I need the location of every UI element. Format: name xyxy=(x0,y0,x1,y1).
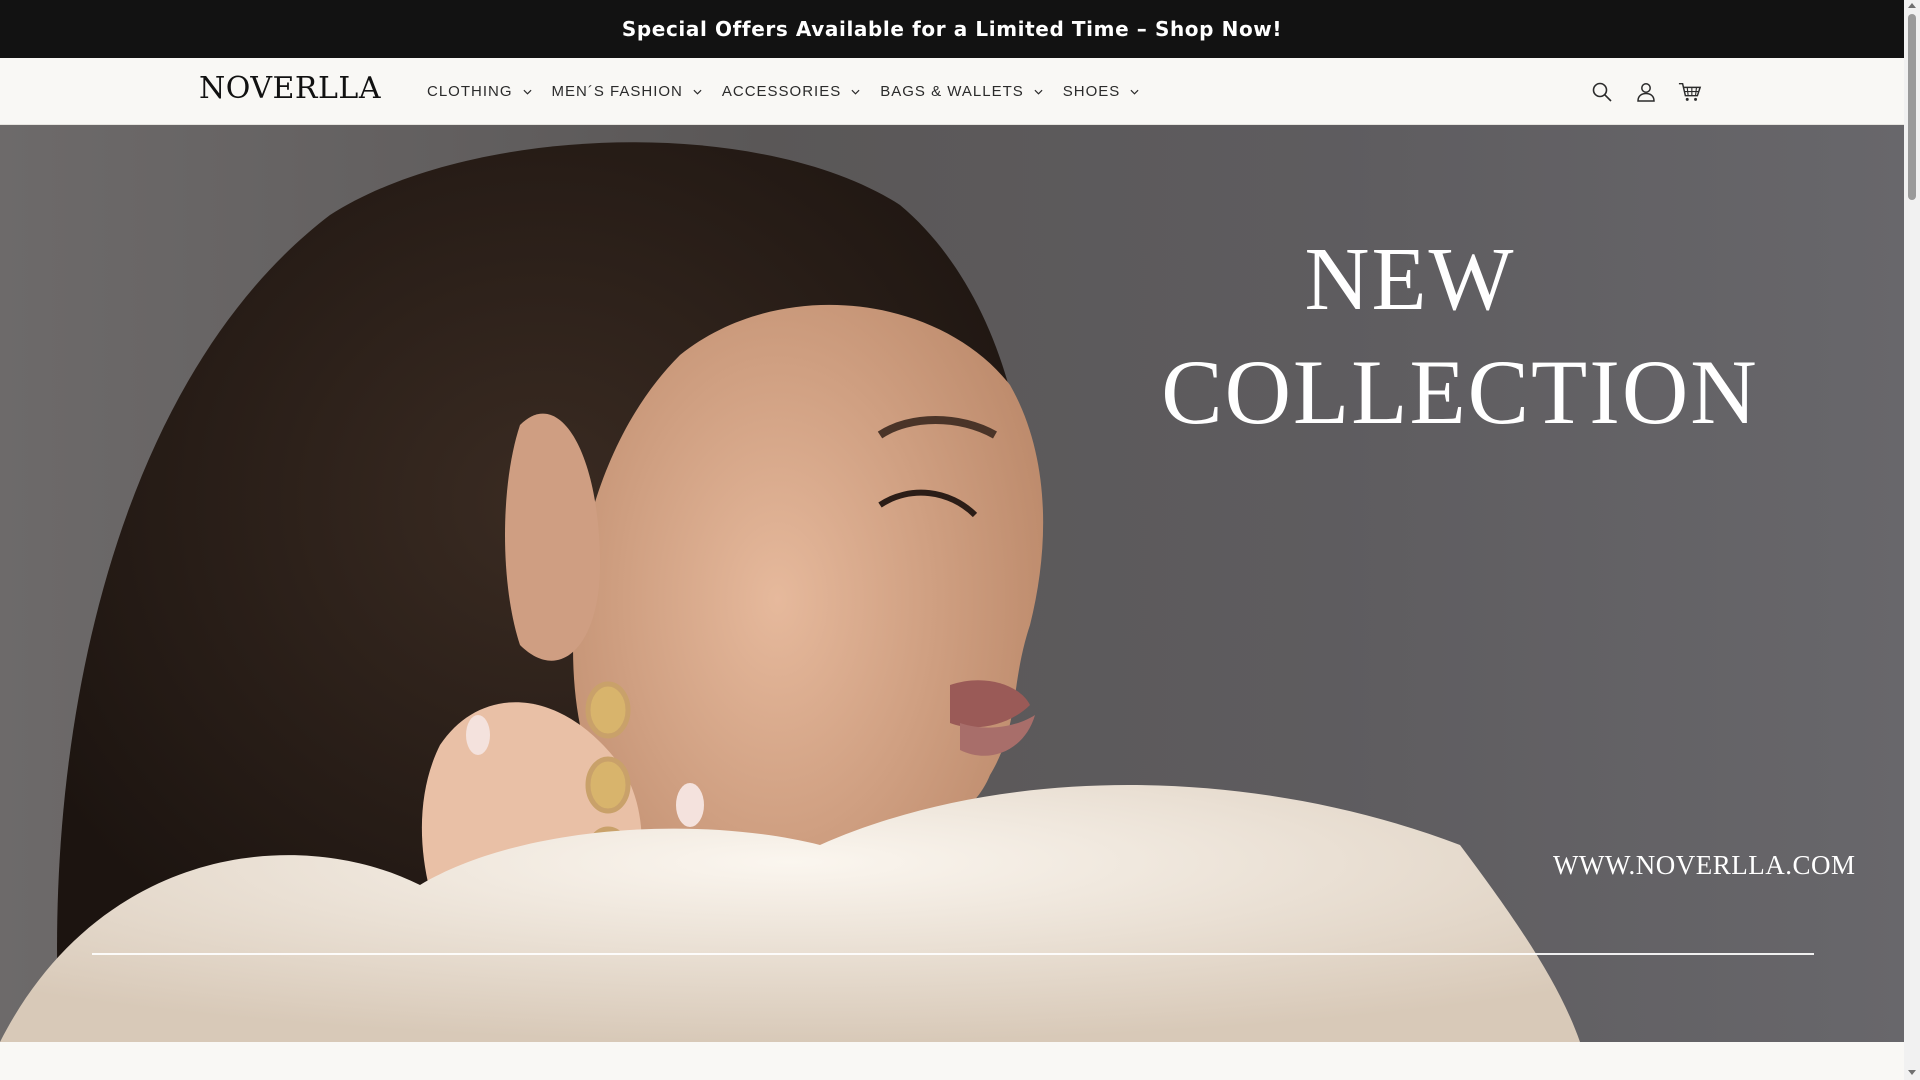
scroll-thumb[interactable] xyxy=(1908,14,1916,200)
chevron-down-icon xyxy=(851,89,860,95)
scroll-up-arrow[interactable] xyxy=(1908,3,1916,8)
hero-headline-line2: COLLECTION xyxy=(1161,341,1759,443)
logo[interactable]: NOVERLLA xyxy=(199,71,381,106)
search-icon[interactable] xyxy=(1590,80,1614,104)
cart-icon[interactable] xyxy=(1678,80,1702,104)
chevron-down-icon xyxy=(1034,89,1043,95)
announcement-text[interactable]: Special Offers Available for a Limited T… xyxy=(622,17,1282,41)
announcement-bar[interactable]: Special Offers Available for a Limited T… xyxy=(0,0,1904,58)
site-header: NOVERLLA CLOTHING MEN´S FASHION ACCESSOR… xyxy=(0,58,1904,125)
chevron-down-icon xyxy=(693,89,702,95)
hero-banner[interactable]: NEW COLLECTION WWW.NOVERLLA.COM xyxy=(0,125,1904,1042)
account-icon[interactable] xyxy=(1634,80,1658,104)
nav-item-clothing[interactable]: CLOTHING xyxy=(427,83,532,100)
header-icons xyxy=(1590,58,1702,125)
hero-divider xyxy=(92,953,1814,955)
nav-item-label: BAGS & WALLETS xyxy=(880,83,1024,100)
nav-item-mens-fashion[interactable]: MEN´S FASHION xyxy=(552,83,702,100)
main-nav: CLOTHING MEN´S FASHION ACCESSORIES BAGS … xyxy=(427,58,1159,125)
scroll-down-arrow[interactable] xyxy=(1908,1070,1916,1075)
chevron-down-icon xyxy=(523,89,532,95)
nav-item-label: ACCESSORIES xyxy=(721,83,842,100)
chevron-down-icon xyxy=(1130,89,1139,95)
hero-headline: NEW COLLECTION xyxy=(1140,225,1780,450)
nav-item-label: MEN´S FASHION xyxy=(551,83,683,100)
nav-item-label: CLOTHING xyxy=(427,83,513,100)
nav-item-label: SHOES xyxy=(1062,83,1121,100)
hero-url: WWW.NOVERLLA.COM xyxy=(1553,850,1856,880)
nav-item-shoes[interactable]: SHOES xyxy=(1063,83,1140,100)
page-scrollbar[interactable] xyxy=(1904,0,1920,1080)
hero-headline-line1: NEW xyxy=(1304,230,1516,329)
nav-item-bags-wallets[interactable]: BAGS & WALLETS xyxy=(880,83,1043,100)
below-hero-area xyxy=(0,1042,1904,1080)
nav-item-accessories[interactable]: ACCESSORIES xyxy=(722,83,860,100)
